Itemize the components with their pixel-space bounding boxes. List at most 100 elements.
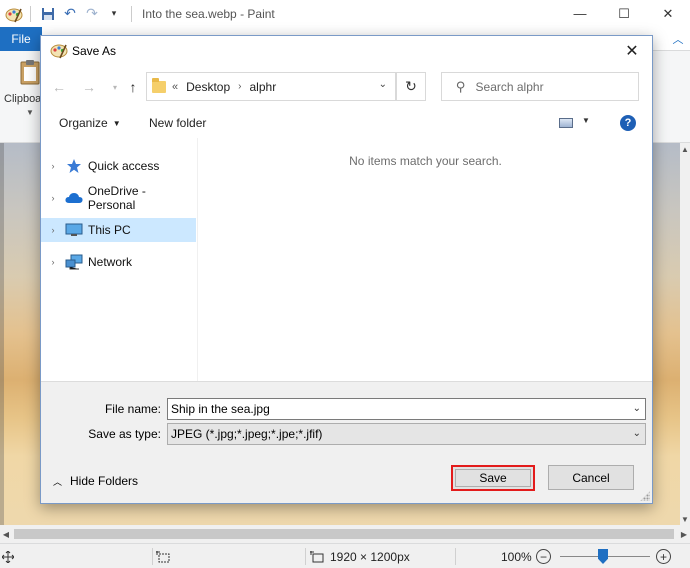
save-button[interactable]: Save: [451, 465, 535, 491]
canvas-edge: [0, 143, 4, 525]
undo-icon[interactable]: ↶: [59, 3, 81, 25]
customize-qat-icon[interactable]: ▾: [103, 3, 125, 25]
new-folder-button[interactable]: New folder: [149, 108, 206, 138]
close-icon[interactable]: ✕: [612, 36, 652, 66]
up-arrow-icon[interactable]: ↑: [123, 76, 143, 98]
minimize-icon[interactable]: —: [558, 0, 602, 27]
save-form: File name: Ship in the sea.jpg ⌄ Save as…: [41, 381, 652, 503]
forward-arrow-icon[interactable]: →: [79, 76, 99, 98]
save-as-type-label: Save as type:: [88, 427, 161, 441]
window-controls: — ☐ ✕: [558, 0, 690, 27]
redo-icon[interactable]: ↷: [81, 3, 103, 25]
expand-chevron-icon[interactable]: ›: [41, 225, 65, 235]
save-as-dialog: Save As ✕ ← → ▾ ↑ « Desktop › alphr ⌄ ↻ …: [40, 35, 653, 504]
paint-window-title: Into the sea.webp - Paint: [142, 6, 275, 21]
paint-app-icon[interactable]: [4, 4, 24, 24]
cursor-position-icon: [2, 544, 14, 568]
save-as-type-select[interactable]: JPEG (*.jpg;*.jpeg;*.jpe;*.jfif) ⌄: [167, 423, 646, 445]
nav-item-label: OneDrive - Personal: [87, 184, 146, 212]
breadcrumb-chevron-icon[interactable]: ›: [238, 81, 241, 92]
search-icon: ⚲: [456, 78, 466, 94]
navigation-pane: › Quick access › OneDrive - Personal › T…: [41, 138, 198, 381]
dialog-toolbar: Organize ▼ New folder ▼ ?: [41, 108, 652, 138]
organize-button[interactable]: Organize ▼: [59, 108, 121, 138]
horizontal-scroll-thumb[interactable]: [14, 529, 674, 539]
status-divider: [305, 548, 306, 565]
qat-separator: [30, 5, 31, 22]
folder-icon: [152, 77, 166, 93]
nav-item-onedrive[interactable]: › OneDrive - Personal: [41, 184, 196, 212]
scroll-down-icon[interactable]: ▼: [680, 513, 690, 525]
empty-results-message: No items match your search.: [349, 154, 502, 168]
scroll-left-icon[interactable]: ◀: [0, 525, 12, 543]
vertical-scrollbar[interactable]: ▲ ▼: [680, 143, 690, 525]
status-bar: 1920 × 1200px 100% − +: [0, 543, 690, 568]
title-separator: [131, 5, 132, 22]
organize-label: Organize: [59, 116, 108, 130]
maximize-icon[interactable]: ☐: [602, 0, 646, 27]
selection-size-icon: [156, 544, 170, 568]
cloud-icon: [65, 190, 83, 206]
organize-caret-icon: ▼: [112, 118, 121, 128]
star-icon: [65, 158, 83, 174]
address-dropdown-icon[interactable]: ⌄: [379, 79, 387, 90]
horizontal-scrollbar[interactable]: ◀ ▶: [0, 525, 690, 543]
search-box[interactable]: ⚲ Search alphr: [441, 72, 639, 101]
resize-grip[interactable]: [640, 491, 650, 501]
nav-item-label: Network: [88, 255, 133, 269]
ribbon-collapse-icon[interactable]: ︿: [670, 31, 686, 47]
nav-item-label: This PC: [88, 223, 131, 237]
back-arrow-icon[interactable]: ←: [49, 76, 69, 98]
expand-chevron-icon[interactable]: ›: [41, 257, 65, 267]
navigation-bar: ← → ▾ ↑ « Desktop › alphr ⌄ ↻ ⚲ Search a…: [41, 72, 652, 102]
close-window-icon[interactable]: ✕: [646, 0, 690, 27]
file-name-dropdown-icon[interactable]: ⌄: [633, 403, 641, 414]
view-options-caret-icon[interactable]: ▼: [582, 116, 590, 125]
view-options-icon[interactable]: [559, 118, 573, 128]
clipboard-dropdown-icon[interactable]: ▼: [26, 108, 34, 117]
address-bar[interactable]: « Desktop › alphr ⌄: [146, 72, 396, 101]
file-tab[interactable]: File: [0, 27, 42, 51]
image-size-icon: [310, 544, 324, 568]
nav-item-label: Quick access: [88, 159, 160, 173]
status-divider: [152, 548, 153, 565]
cancel-button[interactable]: Cancel: [548, 465, 634, 490]
dialog-title: Save As: [72, 44, 117, 58]
hide-folders-button[interactable]: ︿ Hide Folders: [53, 472, 138, 490]
breadcrumb-alphr[interactable]: alphr: [250, 80, 277, 94]
monitor-icon: [65, 222, 83, 238]
paste-icon[interactable]: [18, 59, 42, 85]
search-input[interactable]: Search alphr: [476, 80, 544, 94]
refresh-icon[interactable]: ↻: [396, 72, 426, 101]
paint-dialog-icon: [50, 41, 70, 61]
scroll-right-icon[interactable]: ▶: [678, 525, 690, 543]
nav-item-quick-access[interactable]: › Quick access: [41, 154, 196, 178]
file-list[interactable]: No items match your search.: [199, 138, 652, 381]
save-button-focus-ring: [455, 469, 531, 487]
file-name-label: File name:: [104, 402, 161, 416]
scroll-up-icon[interactable]: ▲: [680, 143, 690, 155]
save-as-type-dropdown-icon[interactable]: ⌄: [633, 428, 641, 439]
zoom-out-icon[interactable]: −: [536, 549, 551, 564]
chevron-up-icon: ︿: [53, 476, 63, 487]
image-dimensions: 1920 × 1200px: [330, 549, 410, 564]
dialog-titlebar: Save As ✕: [41, 36, 652, 66]
status-divider: [455, 548, 456, 565]
hide-folders-label: Hide Folders: [70, 474, 139, 488]
address-overflow[interactable]: «: [172, 81, 178, 93]
nav-item-network[interactable]: › Network: [41, 250, 196, 274]
expand-chevron-icon[interactable]: ›: [41, 193, 65, 203]
zoom-slider-thumb[interactable]: [598, 549, 608, 564]
save-as-type-value: JPEG (*.jpg;*.jpeg;*.jpe;*.jfif): [171, 427, 323, 441]
network-icon: [65, 254, 83, 270]
paint-titlebar: ↶ ↷ ▾ Into the sea.webp - Paint — ☐ ✕: [0, 0, 690, 27]
recent-locations-icon[interactable]: ▾: [105, 76, 125, 98]
zoom-level: 100%: [501, 549, 532, 564]
expand-chevron-icon[interactable]: ›: [41, 161, 65, 171]
save-qat-icon[interactable]: [37, 3, 59, 25]
help-icon[interactable]: ?: [620, 115, 636, 131]
file-name-field[interactable]: Ship in the sea.jpg ⌄: [167, 398, 646, 420]
zoom-in-icon[interactable]: +: [656, 549, 671, 564]
breadcrumb-desktop[interactable]: Desktop: [186, 80, 230, 94]
nav-item-this-pc[interactable]: › This PC: [41, 218, 196, 242]
